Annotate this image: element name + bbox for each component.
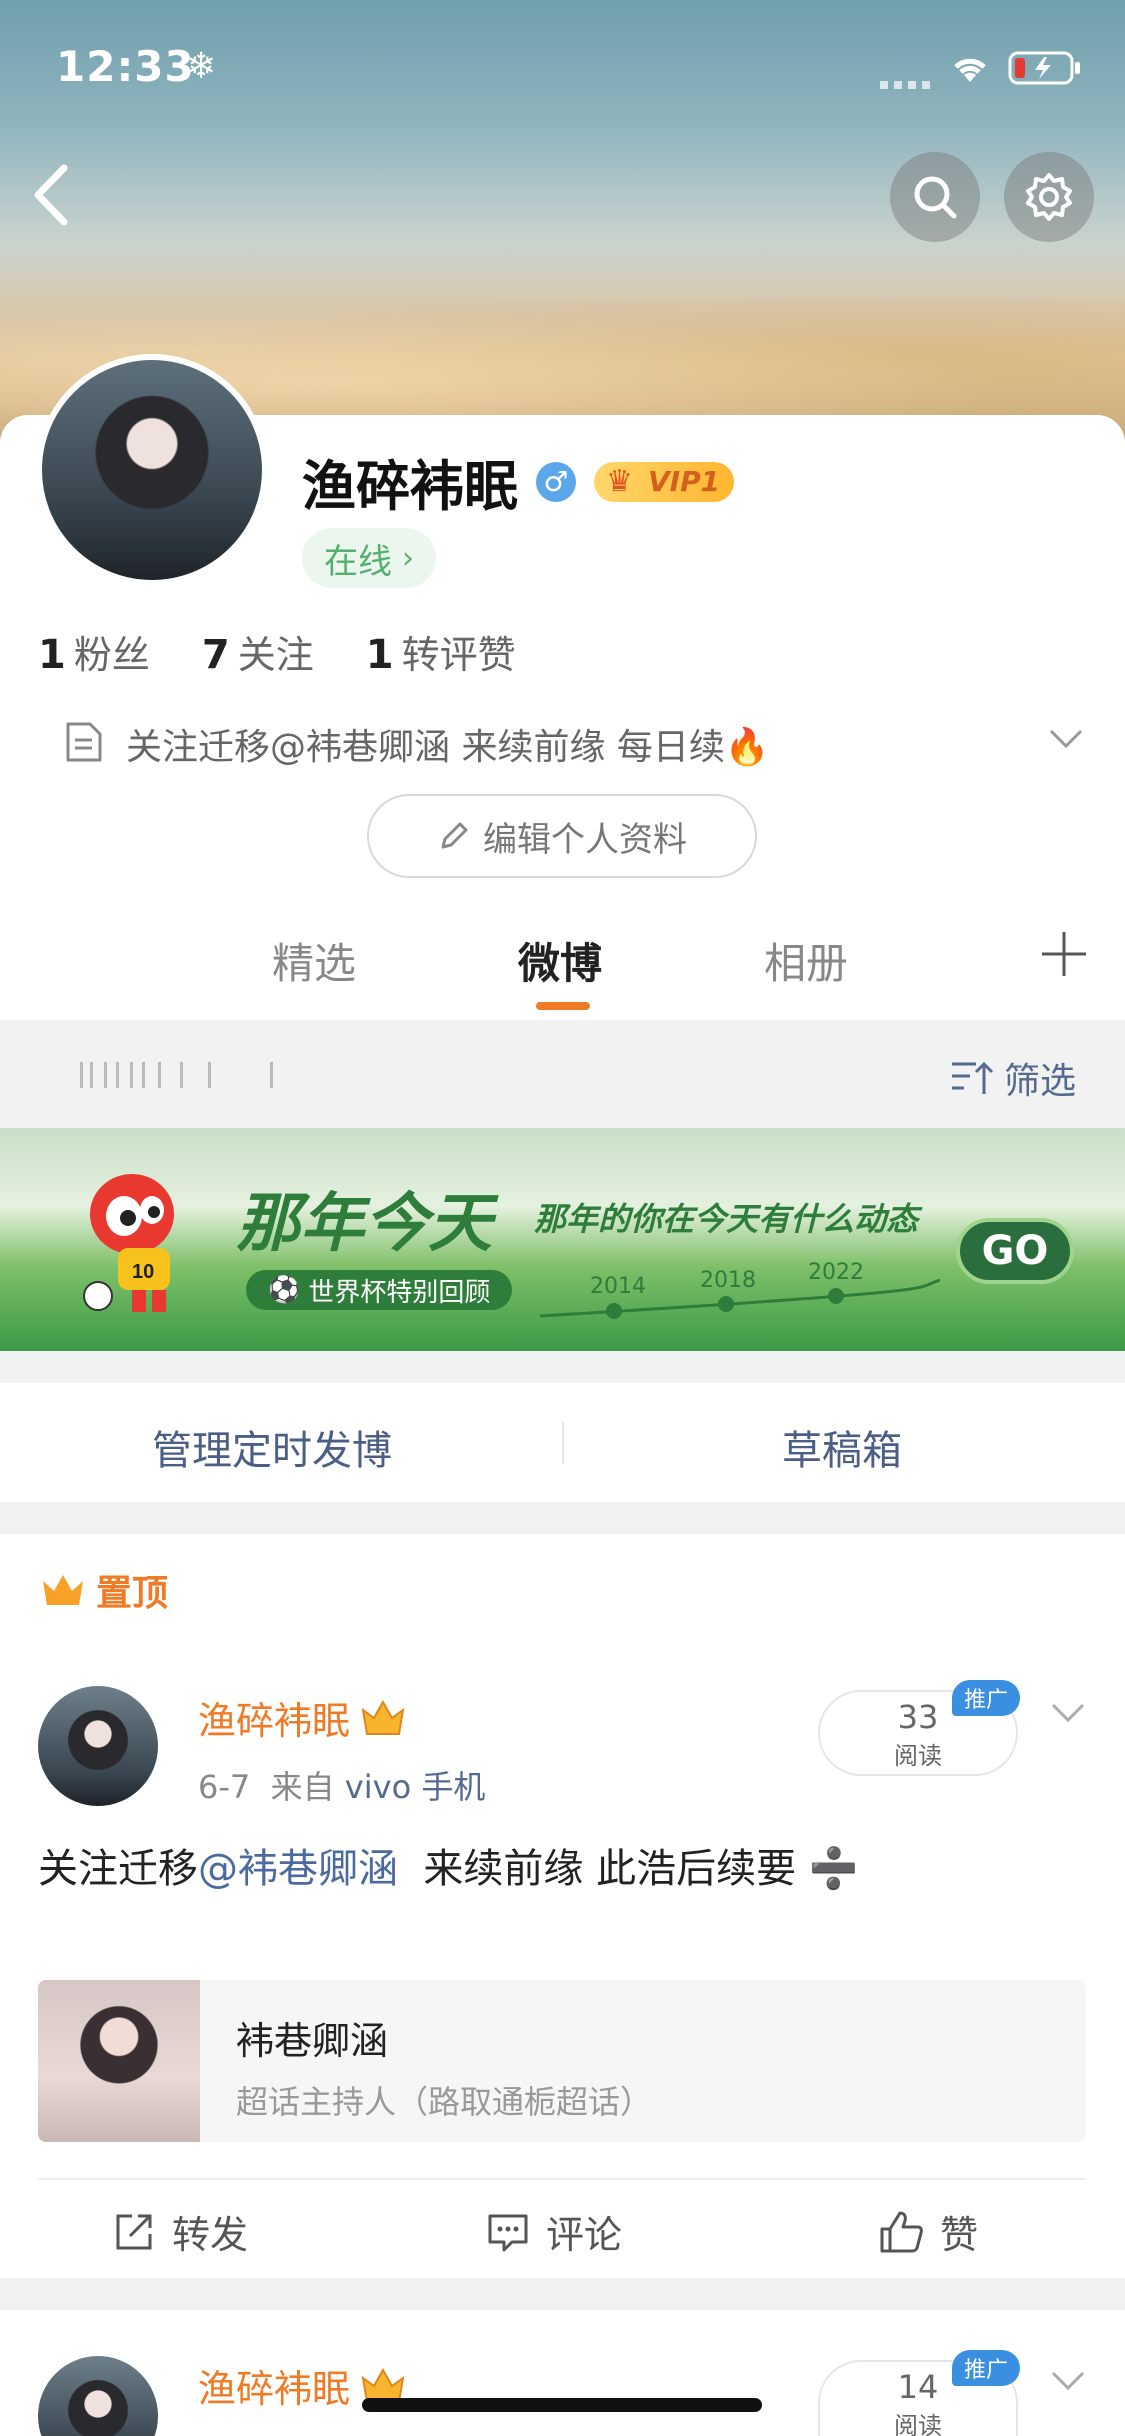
promote-badge[interactable]: 推广 xyxy=(952,1680,1021,1716)
chevron-right-icon: › xyxy=(402,540,414,576)
divider xyxy=(562,1422,564,1464)
promo-tag: ⚽ 世界杯特别回顾 xyxy=(246,1270,513,1310)
edit-profile-button[interactable]: 编辑个人资料 xyxy=(367,794,757,878)
post-avatar[interactable] xyxy=(38,1686,158,1806)
post-author[interactable]: 渔碎袆眠 xyxy=(198,2358,350,2413)
read-count-label: 阅读 xyxy=(894,2412,942,2436)
settings-button[interactable] xyxy=(1004,152,1094,242)
promo-tag-label: 世界杯特别回顾 xyxy=(308,1277,491,1308)
read-count-label: 阅读 xyxy=(894,1742,942,1770)
scheduled-posts-button[interactable]: 管理定时发博 xyxy=(152,1418,392,1476)
home-indicator[interactable] xyxy=(362,2398,762,2412)
crown-vip-icon xyxy=(361,1699,405,1735)
crown-icon xyxy=(43,1575,83,1605)
tab-weibo[interactable]: 微博 xyxy=(518,930,602,991)
signal-icon xyxy=(880,74,932,89)
pinned-label: 置顶 xyxy=(40,1564,168,1616)
memories-banner[interactable]: 10 那年今天 那年的你在今天有什么动态 ⚽ 世界杯特别回顾 2014 2018… xyxy=(0,1128,1125,1351)
go-button[interactable]: GO xyxy=(956,1218,1074,1284)
year-2022: 2022 xyxy=(808,1260,864,1285)
like-button[interactable]: 赞 xyxy=(878,2204,978,2259)
comment-button[interactable]: 评论 xyxy=(486,2204,622,2259)
gear-icon xyxy=(1026,173,1072,221)
crown-icon: ♛ xyxy=(606,463,633,499)
add-tab-icon[interactable] xyxy=(1040,930,1088,982)
online-label: 在线 xyxy=(324,541,392,582)
male-icon: ♂ xyxy=(536,461,576,502)
edit-profile-label: 编辑个人资料 xyxy=(483,819,687,860)
loading-placeholder-icon xyxy=(80,1054,280,1098)
promo-subtitle: 那年的你在今天有什么动态 xyxy=(534,1200,919,1238)
bio-text: 关注迁移@袆巷卿涵 来续前缘 每日续🔥 xyxy=(126,727,770,768)
snowflake-icon: ❄ xyxy=(186,46,217,87)
repost-icon xyxy=(116,2214,152,2249)
battery-icon xyxy=(1008,50,1082,90)
thumbs-up-icon xyxy=(880,2211,923,2252)
chevron-down-icon[interactable] xyxy=(1048,728,1084,754)
search-button[interactable] xyxy=(890,152,980,242)
supertopic-thumbnail xyxy=(38,1980,200,2142)
supertopic-title: 袆巷卿涵 xyxy=(236,2019,389,2063)
pencil-icon xyxy=(441,822,468,849)
mention-link[interactable]: @袆巷卿涵 xyxy=(198,1846,398,1892)
post-menu-chevron-icon[interactable] xyxy=(1050,1702,1086,1728)
promo-title: 那年今天 xyxy=(236,1187,492,1261)
post-author[interactable]: 渔碎袆眠 xyxy=(198,1690,350,1745)
vip-label: VIP1 xyxy=(648,465,721,498)
divider xyxy=(0,2278,1125,2310)
year-2018: 2018 xyxy=(700,1268,756,1293)
wifi-icon xyxy=(950,52,990,88)
online-status[interactable]: 在线 › xyxy=(302,528,436,588)
post-menu-chevron-icon[interactable] xyxy=(1050,2370,1086,2396)
promote-badge[interactable]: 推广 xyxy=(952,2350,1021,2386)
stat-fans[interactable]: 1 粉丝 xyxy=(38,624,150,679)
profile-name: 渔碎袆眠 xyxy=(302,455,518,518)
status-time: 12:33 xyxy=(56,42,195,91)
mascot-icon: 10 xyxy=(80,1156,200,1316)
post-meta: 6-7 来自 vivo 手机 xyxy=(198,1768,486,1806)
repost-label: 转发 xyxy=(172,2213,249,2257)
tab-featured[interactable]: 精选 xyxy=(272,930,356,991)
vip-badge[interactable]: ♛ VIP1 xyxy=(594,461,735,502)
post-source: vivo 手机 xyxy=(344,1768,486,1806)
filter-button[interactable]: 筛选 xyxy=(950,1052,1076,1104)
search-icon xyxy=(914,176,957,219)
comment-label: 评论 xyxy=(546,2213,623,2257)
stat-likes[interactable]: 1 转评赞 xyxy=(366,624,516,679)
supertopic-subtitle: 超话主持人（路取通栀超话） xyxy=(236,2083,653,2121)
divider xyxy=(38,2178,1086,2180)
repost-button[interactable]: 转发 xyxy=(112,2204,248,2259)
comment-icon xyxy=(488,2214,528,2251)
sort-filter-icon xyxy=(952,1061,994,1094)
svg-text:10: 10 xyxy=(132,1261,154,1283)
tab-album[interactable]: 相册 xyxy=(764,930,848,991)
document-icon xyxy=(64,720,104,768)
stat-following[interactable]: 7 关注 xyxy=(202,624,314,679)
tab-indicator xyxy=(536,1002,590,1010)
avatar[interactable] xyxy=(36,354,268,586)
post-date: 6-7 xyxy=(198,1768,251,1806)
back-icon[interactable] xyxy=(26,160,76,234)
like-label: 赞 xyxy=(940,2213,979,2257)
divider xyxy=(0,1351,1125,1383)
supertopic-card[interactable]: 袆巷卿涵 超话主持人（路取通栀超话） xyxy=(38,1980,1086,2142)
drafts-button[interactable]: 草稿箱 xyxy=(782,1418,902,1476)
filter-label: 筛选 xyxy=(1004,1061,1077,1102)
year-2014: 2014 xyxy=(590,1274,646,1299)
post-text: 关注迁移@袆巷卿涵 来续前缘 此浩后续要 ➗ xyxy=(38,1846,859,1892)
soccer-ball-icon: ⚽ xyxy=(268,1275,301,1305)
divider xyxy=(0,1502,1125,1534)
